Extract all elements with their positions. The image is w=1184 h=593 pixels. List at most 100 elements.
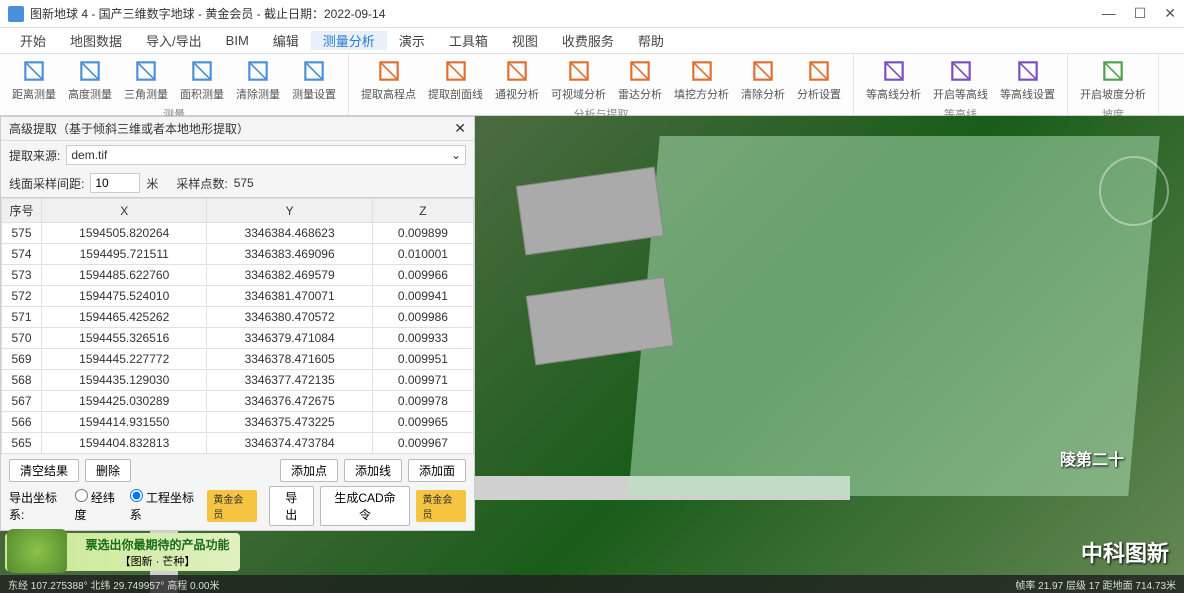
menu-item[interactable]: 收费服务 <box>550 31 626 50</box>
tool-label: 填挖方分析 <box>674 86 729 102</box>
ribbon-tool[interactable]: 雷达分析 <box>612 56 668 104</box>
brand-logo: 中科图新 <box>1081 536 1169 568</box>
table-row[interactable]: 5691594445.2277723346378.4716050.009951 <box>2 349 474 370</box>
coord-radio-latlon[interactable]: 经纬度 <box>75 489 124 523</box>
tool-icon <box>189 58 215 84</box>
table-row[interactable]: 5721594475.5240103346381.4700710.009941 <box>2 286 474 307</box>
menu-item[interactable]: 演示 <box>387 31 437 50</box>
ribbon-tool[interactable]: 开启等高线 <box>927 56 994 104</box>
ribbon-tool[interactable]: 面积测量 <box>174 56 230 104</box>
column-header[interactable]: 序号 <box>2 199 42 223</box>
tool-icon <box>948 58 974 84</box>
ribbon-tool[interactable]: 可视域分析 <box>545 56 612 104</box>
tool-label: 提取剖面线 <box>428 86 483 102</box>
ribbon-tool[interactable]: 通视分析 <box>489 56 545 104</box>
menu-item[interactable]: 开始 <box>8 31 58 50</box>
ribbon-tool[interactable]: 等高线设置 <box>994 56 1061 104</box>
app-icon <box>8 6 24 22</box>
promo-banner[interactable]: 票选出你最期待的产品功能 【图新 · 芒种】 <box>5 533 240 571</box>
close-icon[interactable]: ✕ <box>1164 5 1176 22</box>
tool-icon <box>301 58 327 84</box>
table-row[interactable]: 5701594455.3265163346379.4710840.009933 <box>2 328 474 349</box>
panel-title: 高级提取（基于倾斜三维或者本地地形提取） <box>9 120 249 137</box>
tool-icon <box>376 58 402 84</box>
tool-label: 清除分析 <box>741 86 785 102</box>
add-point-button[interactable]: 添加点 <box>280 459 338 482</box>
table-row[interactable]: 5651594404.8328133346374.4737840.009967 <box>2 433 474 454</box>
panel-close-icon[interactable]: ✕ <box>454 120 466 137</box>
ribbon-tool[interactable]: 清除测量 <box>230 56 286 104</box>
interval-label: 线面采样间距: <box>9 175 84 192</box>
table-row[interactable]: 5751594505.8202643346384.4686230.009899 <box>2 223 474 244</box>
interval-unit: 米 <box>146 175 158 192</box>
ribbon-tool[interactable]: 距离测量 <box>6 56 62 104</box>
interval-input[interactable] <box>90 173 140 193</box>
compass-icon[interactable] <box>1099 156 1169 226</box>
sample-value: 575 <box>234 176 254 190</box>
extraction-panel: 高级提取（基于倾斜三维或者本地地形提取） ✕ 提取来源: dem.tif ⌄ 线… <box>0 116 475 531</box>
maximize-icon[interactable]: ☐ <box>1134 5 1147 22</box>
tool-label: 清除测量 <box>236 86 280 102</box>
column-header[interactable]: Z <box>372 199 473 223</box>
menu-item[interactable]: 视图 <box>500 31 550 50</box>
tool-icon <box>133 58 159 84</box>
tool-icon <box>750 58 776 84</box>
menu-item[interactable]: 测量分析 <box>311 31 387 50</box>
tool-icon <box>504 58 530 84</box>
add-line-button[interactable]: 添加线 <box>344 459 402 482</box>
add-face-button[interactable]: 添加面 <box>408 459 466 482</box>
tool-label: 三角测量 <box>124 86 168 102</box>
promo-line1: 票选出你最期待的产品功能 <box>85 536 229 553</box>
ribbon-tool[interactable]: 等高线分析 <box>860 56 927 104</box>
tool-label: 通视分析 <box>495 86 539 102</box>
tool-icon <box>806 58 832 84</box>
coords-readout: 东经 107.275388° 北纬 29.749957° 高程 0.00米 <box>8 577 219 592</box>
delete-button[interactable]: 删除 <box>85 459 131 482</box>
status-bar: 东经 107.275388° 北纬 29.749957° 高程 0.00米 帧率… <box>0 575 1184 593</box>
ribbon-tool[interactable]: 高度测量 <box>62 56 118 104</box>
menu-item[interactable]: 工具箱 <box>437 31 500 50</box>
tool-label: 等高线设置 <box>1000 86 1055 102</box>
member-badge: 黄金会员 <box>207 490 257 522</box>
table-row[interactable]: 5741594495.7215113346383.4690960.010001 <box>2 244 474 265</box>
menubar: 开始地图数据导入/导出BIM编辑测量分析演示工具箱视图收费服务帮助 <box>0 28 1184 54</box>
tool-icon <box>1100 58 1126 84</box>
tool-icon <box>443 58 469 84</box>
ribbon-tool[interactable]: 提取剖面线 <box>422 56 489 104</box>
source-select[interactable]: dem.tif ⌄ <box>66 145 466 165</box>
menu-item[interactable]: 帮助 <box>626 31 676 50</box>
table-row[interactable]: 5731594485.6227603346382.4695790.009966 <box>2 265 474 286</box>
tool-icon <box>566 58 592 84</box>
tool-icon <box>627 58 653 84</box>
clear-button[interactable]: 清空结果 <box>9 459 79 482</box>
column-header[interactable]: Y <box>207 199 372 223</box>
minimize-icon[interactable]: — <box>1102 5 1116 22</box>
ribbon-tool[interactable]: 填挖方分析 <box>668 56 735 104</box>
ribbon-tool[interactable]: 三角测量 <box>118 56 174 104</box>
ribbon-tool[interactable]: 提取高程点 <box>355 56 422 104</box>
window-title: 图新地球 4 - 国产三维数字地球 - 黄金会员 - 截止日期：2022-09-… <box>30 5 1102 22</box>
table-row[interactable]: 5711594465.4252623346380.4705720.009986 <box>2 307 474 328</box>
tool-icon <box>21 58 47 84</box>
map-label: 陵第二十 <box>1060 446 1124 470</box>
tool-label: 距离测量 <box>12 86 56 102</box>
menu-item[interactable]: 地图数据 <box>58 31 134 50</box>
table-row[interactable]: 5671594425.0302893346376.4726750.009978 <box>2 391 474 412</box>
table-row[interactable]: 5661594414.9315503346375.4732250.009965 <box>2 412 474 433</box>
export-button[interactable]: 导出 <box>269 486 314 526</box>
column-header[interactable]: X <box>42 199 207 223</box>
ribbon-tool[interactable]: 开启坡度分析 <box>1074 56 1152 104</box>
ribbon-tool[interactable]: 测量设置 <box>286 56 342 104</box>
table-row[interactable]: 5681594435.1290303346377.4721350.009971 <box>2 370 474 391</box>
ribbon-tool[interactable]: 分析设置 <box>791 56 847 104</box>
menu-item[interactable]: 编辑 <box>261 31 311 50</box>
tool-label: 分析设置 <box>797 86 841 102</box>
perf-readout: 帧率 21.97 层级 17 距地面 714.73米 <box>1015 577 1176 592</box>
gen-cad-button[interactable]: 生成CAD命令 <box>320 486 411 526</box>
ribbon-tool[interactable]: 清除分析 <box>735 56 791 104</box>
menu-item[interactable]: BIM <box>214 33 261 48</box>
coord-radio-engineering[interactable]: 工程坐标系 <box>130 489 202 523</box>
menu-item[interactable]: 导入/导出 <box>134 31 214 50</box>
results-table-wrap[interactable]: 序号XYZ 5751594505.8202643346384.4686230.0… <box>1 197 474 455</box>
source-label: 提取来源: <box>9 147 60 164</box>
